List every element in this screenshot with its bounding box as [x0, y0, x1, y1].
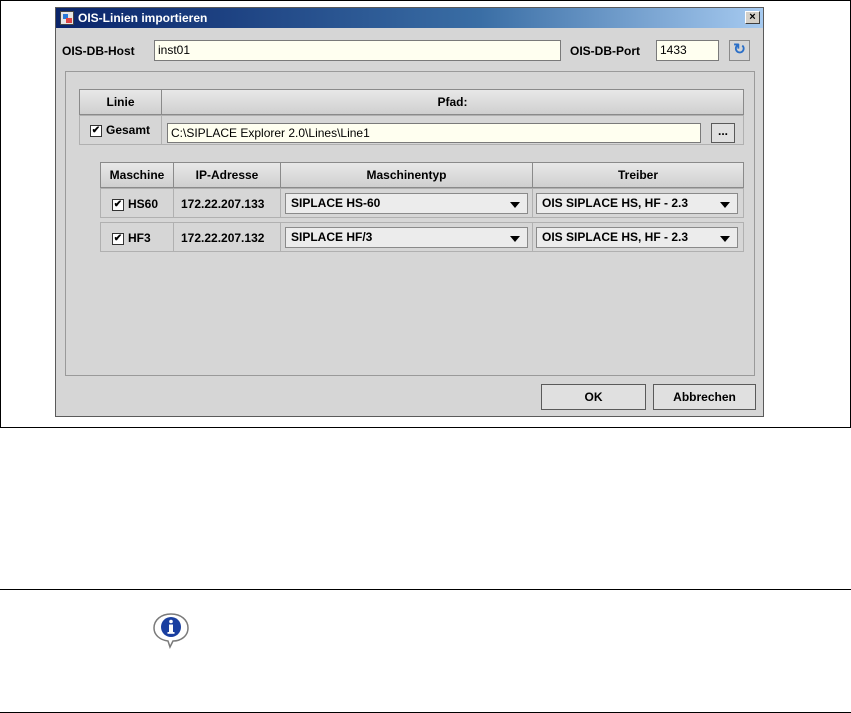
- machine-checkbox[interactable]: ✔: [112, 198, 124, 211]
- machine-type-value: SIPLACE HS-60: [291, 196, 381, 210]
- dropdown-arrow-icon: [510, 236, 520, 242]
- driver-select[interactable]: OIS SIPLACE HS, HF - 2.3: [536, 193, 738, 214]
- close-button[interactable]: ×: [745, 11, 760, 24]
- line-gesamt-cell[interactable]: ✔ Gesamt: [79, 115, 162, 145]
- col-header-treiber: Treiber: [532, 162, 744, 188]
- host-label: OIS-DB-Host: [62, 44, 135, 58]
- cancel-button[interactable]: Abbrechen: [653, 384, 756, 410]
- divider-top: [0, 589, 851, 590]
- col-header-maschinentyp: Maschinentyp: [280, 162, 533, 188]
- line-name: Gesamt: [106, 123, 151, 137]
- col-header-maschine: Maschine: [100, 162, 174, 188]
- driver-select[interactable]: OIS SIPLACE HS, HF - 2.3: [536, 227, 738, 248]
- title-bar[interactable]: OIS-Linien importieren ×: [56, 8, 763, 28]
- import-dialog: OIS-Linien importieren × OIS-DB-Host ins…: [55, 7, 764, 417]
- gesamt-checkbox[interactable]: ✔: [90, 124, 102, 137]
- table-row-machine[interactable]: ✔ HS60: [100, 188, 174, 218]
- dropdown-arrow-icon: [720, 202, 730, 208]
- machine-type-select[interactable]: SIPLACE HF/3: [285, 227, 528, 248]
- machine-type-value: SIPLACE HF/3: [291, 230, 373, 244]
- path-input[interactable]: C:\SIPLACE Explorer 2.0\Lines\Line1: [167, 123, 701, 143]
- machine-name: HS60: [128, 197, 159, 211]
- port-input[interactable]: 1433: [656, 40, 719, 61]
- ip-address: 172.22.207.133: [173, 188, 281, 218]
- col-header-linie: Linie: [79, 89, 162, 115]
- machine-name: HF3: [128, 231, 151, 245]
- ok-button[interactable]: OK: [541, 384, 646, 410]
- table-row-machine[interactable]: ✔ HF3: [100, 222, 174, 252]
- dropdown-arrow-icon: [720, 236, 730, 242]
- driver-value: OIS SIPLACE HS, HF - 2.3: [542, 230, 689, 244]
- col-header-ip: IP-Adresse: [173, 162, 281, 188]
- refresh-icon: ↻: [733, 41, 746, 58]
- col-header-pfad: Pfad:: [161, 89, 744, 115]
- import-panel: Linie Pfad: ✔ Gesamt C:\SIPLACE Explorer …: [65, 71, 755, 376]
- dropdown-arrow-icon: [510, 202, 520, 208]
- refresh-button[interactable]: ↻: [729, 40, 750, 61]
- app-icon: [60, 11, 74, 25]
- driver-value: OIS SIPLACE HS, HF - 2.3: [542, 196, 689, 210]
- port-label: OIS-DB-Port: [570, 44, 640, 58]
- info-icon: [153, 613, 189, 649]
- browse-button[interactable]: ...: [711, 123, 735, 143]
- machine-checkbox[interactable]: ✔: [112, 232, 124, 245]
- host-input[interactable]: inst01: [154, 40, 561, 61]
- window-title: OIS-Linien importieren: [78, 11, 208, 25]
- ip-address: 172.22.207.132: [173, 222, 281, 252]
- machine-type-select[interactable]: SIPLACE HS-60: [285, 193, 528, 214]
